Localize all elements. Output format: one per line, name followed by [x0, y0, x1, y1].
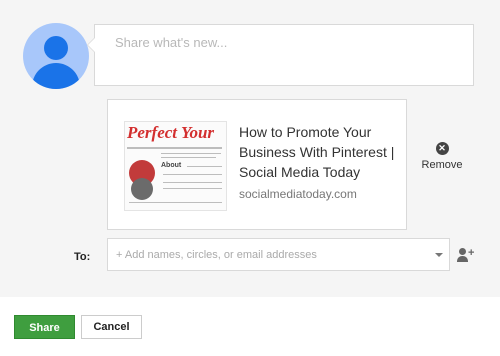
- plus-icon: +: [468, 247, 475, 259]
- share-input-placeholder: Share what's new...: [115, 35, 228, 50]
- to-label: To:: [74, 251, 91, 263]
- cancel-button[interactable]: Cancel: [81, 315, 142, 339]
- thumbnail-text-line: [161, 157, 216, 158]
- link-preview-card: Perfect Your About How to Promote Your B…: [107, 99, 407, 230]
- thumbnail-text-line: [161, 153, 221, 154]
- thumbnail-text-line: [163, 174, 222, 175]
- thumbnail-text-line: [163, 188, 222, 189]
- thumbnail-text-line: [129, 202, 222, 203]
- thumbnail-label: About: [161, 162, 182, 169]
- remove-link-button[interactable]: ✕ Remove: [420, 138, 464, 171]
- link-title[interactable]: How to Promote Your Business With Pinter…: [239, 122, 399, 182]
- thumbnail-title: Perfect Your: [127, 123, 215, 142]
- chevron-down-icon[interactable]: [435, 253, 443, 257]
- add-person-head-shape: [459, 248, 466, 255]
- thumbnail-person-graphic: [131, 178, 153, 200]
- thumbnail-text-line: [187, 166, 222, 167]
- recipients-placeholder: + Add names, circles, or email addresses: [116, 249, 317, 261]
- remove-label: Remove: [421, 159, 463, 171]
- avatar: [23, 23, 89, 89]
- avatar-head-shape: [44, 36, 68, 60]
- share-input[interactable]: Share what's new...: [87, 24, 474, 86]
- avatar-body-shape: [32, 63, 80, 89]
- share-button[interactable]: Share: [14, 315, 75, 339]
- close-icon[interactable]: ✕: [435, 142, 449, 155]
- add-person-icon[interactable]: +: [457, 248, 475, 262]
- thumbnail-rule: [127, 147, 222, 149]
- link-domain: socialmediatoday.com: [239, 187, 357, 201]
- recipients-input[interactable]: + Add names, circles, or email addresses: [107, 238, 450, 271]
- add-person-body-shape: [457, 256, 468, 262]
- thumbnail-text-line: [163, 182, 222, 183]
- action-footer: Share Cancel: [0, 297, 500, 356]
- link-thumbnail: Perfect Your About: [124, 121, 227, 211]
